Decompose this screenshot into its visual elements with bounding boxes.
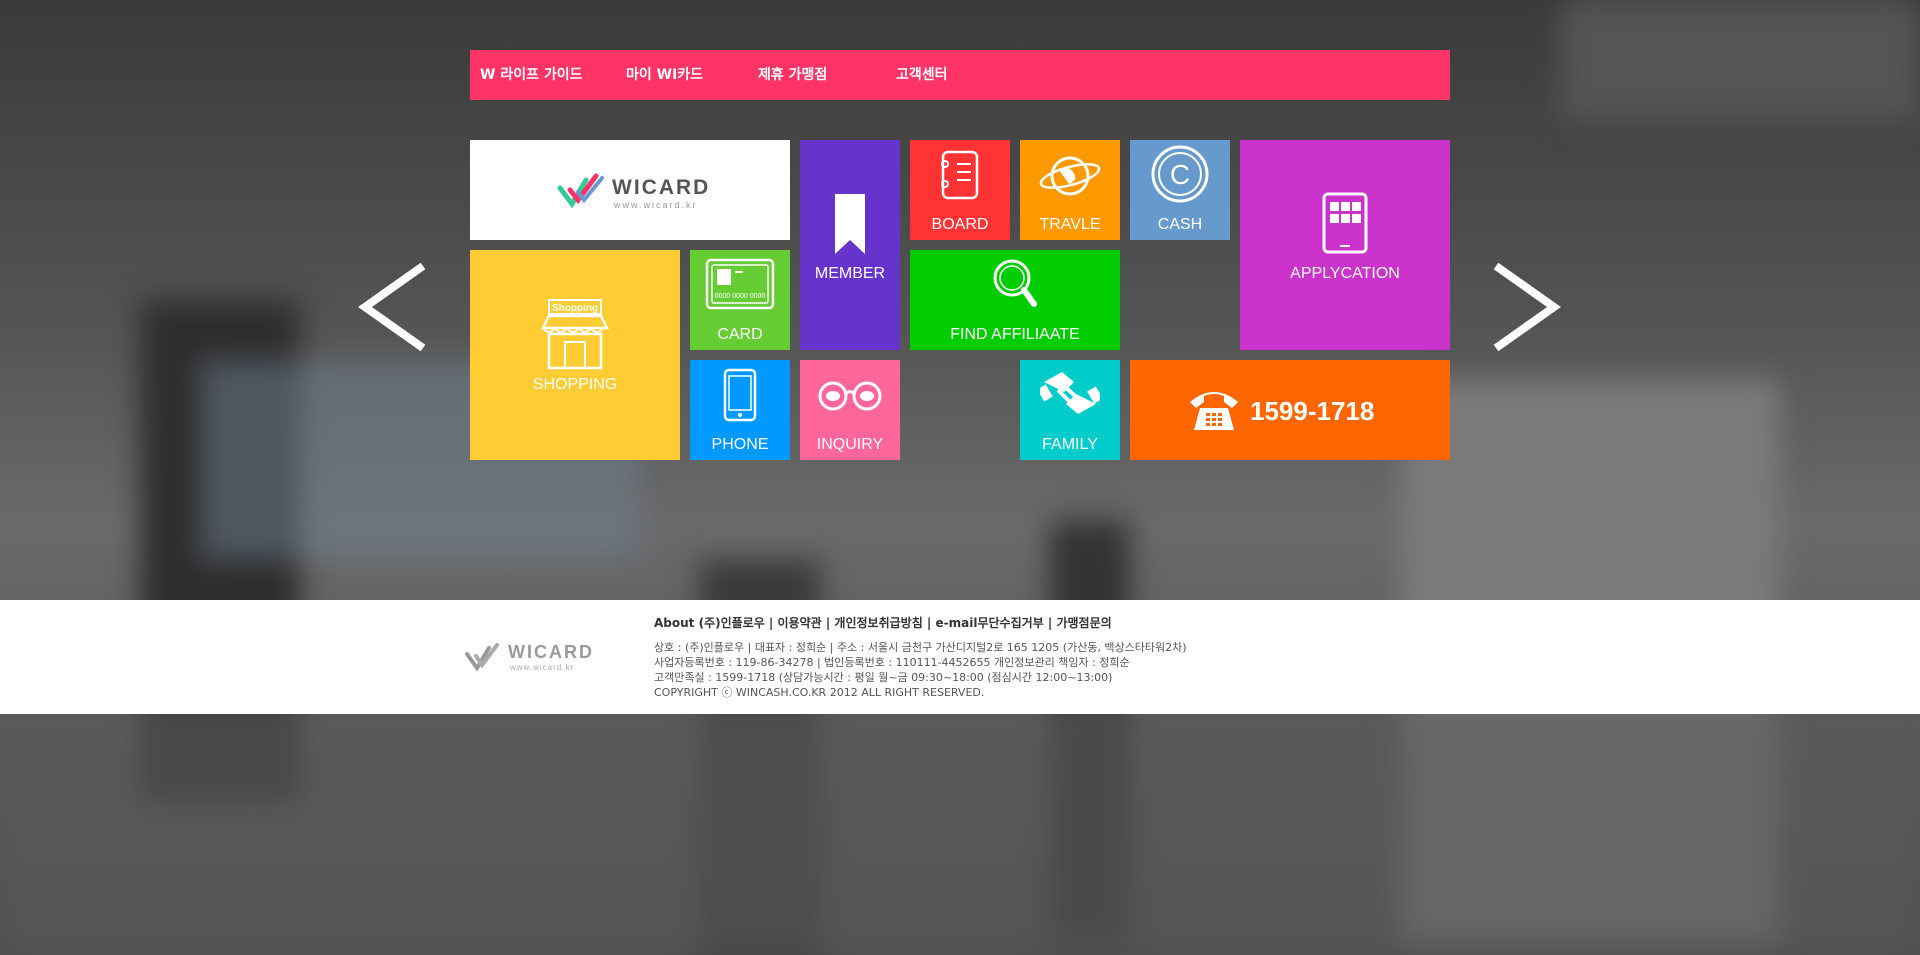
- credit-card-icon: 0000 0000 0000: [705, 258, 775, 310]
- footer-link-separator: |: [821, 616, 835, 630]
- wicard-logo-tile[interactable]: WICARD www.wicard.kr: [470, 140, 790, 240]
- cash-tile[interactable]: C CASH: [1130, 140, 1230, 240]
- globe-icon: [1039, 156, 1101, 196]
- applycation-tile[interactable]: APPLYCATION: [1240, 140, 1450, 350]
- wicard-logo-mark-icon: [465, 643, 499, 672]
- phone-label: PHONE: [711, 436, 769, 453]
- logo-wordmark: WICARD: [612, 176, 711, 199]
- bookmark-icon: [835, 194, 865, 254]
- phone-tile[interactable]: PHONE: [690, 360, 790, 460]
- tablet-icon: [1322, 192, 1368, 254]
- footer: WICARD www.wicard.kr About (주)인플로우 | 이용약…: [0, 600, 1920, 714]
- top-nav-bar: W 라이프 가이드 마이 WI카드 제휴 가맹점 고객센터: [470, 50, 1450, 100]
- chevron-right-icon: [1493, 262, 1561, 352]
- footer-link-separator: |: [1043, 616, 1057, 630]
- board-label: BOARD: [931, 216, 989, 233]
- coin-icon: C: [1151, 145, 1209, 203]
- inquiry-tile[interactable]: INQUIRY: [800, 360, 900, 460]
- footer-link-privacy[interactable]: 개인정보취급방침: [834, 616, 922, 630]
- next-arrow-button[interactable]: [1488, 262, 1564, 352]
- magnifier-icon: [993, 259, 1037, 307]
- family-label: FAMILY: [1042, 436, 1098, 453]
- travle-tile[interactable]: TRAVLE: [1020, 140, 1120, 240]
- find-affiliate-tile[interactable]: FIND AFFILIAATE: [910, 250, 1120, 350]
- shopping-label: SHOPPING: [532, 376, 618, 393]
- tel-number: 1599-1718: [1250, 396, 1375, 426]
- footer-company-info: 상호 : (주)인플로우 | 대표자 : 정희순 | 주소 : 서울시 금천구 …: [654, 640, 1187, 700]
- footer-logo[interactable]: WICARD www.wicard.kr: [464, 638, 614, 678]
- glasses-icon: [818, 381, 882, 411]
- footer-link-terms[interactable]: 이용약관: [778, 616, 822, 630]
- smartphone-icon: [723, 368, 757, 422]
- footer-link-email-refusal[interactable]: e-mail무단수집거부: [936, 616, 1044, 630]
- nav-item-my-wicard[interactable]: 마이 WI카드: [626, 50, 703, 100]
- footer-info-line: 사업자등록번호 : 119-86-34278 | 법인등록번호 : 110111…: [654, 656, 1130, 669]
- card-label: CARD: [717, 326, 763, 343]
- footer-info-line: 고객만족실 : 1599-1718 (상담가능시간 : 평일 월~금 09:30…: [654, 671, 1113, 684]
- inquiry-label: INQUIRY: [816, 436, 884, 453]
- footer-logo-wordmark: WICARD: [508, 642, 594, 662]
- card-tile[interactable]: 0000 0000 0000 CARD: [690, 250, 790, 350]
- applycation-label: APPLYCATION: [1290, 265, 1400, 282]
- nav-item-customer-center[interactable]: 고객센터: [896, 50, 948, 100]
- nav-item-affiliate-store[interactable]: 제휴 가맹점: [758, 50, 827, 100]
- nav-item-w-life-guide[interactable]: W 라이프 가이드: [480, 50, 582, 100]
- chevron-left-icon: [358, 262, 426, 352]
- logo-url: www.wicard.kr: [614, 200, 698, 210]
- member-label: MEMBER: [814, 265, 886, 282]
- shopping-tile[interactable]: Shopping SHOPPING: [470, 250, 680, 460]
- prev-arrow-button[interactable]: [355, 262, 431, 352]
- footer-link-separator: |: [922, 616, 936, 630]
- coin-letter: C: [1170, 159, 1190, 190]
- footer-links: About (주)인플로우 | 이용약관 | 개인정보취급방침 | e-mail…: [654, 614, 1112, 631]
- tel-tile[interactable]: 1599-1718: [1130, 360, 1450, 460]
- footer-copyright: COPYRIGHT ⓒ WINCASH.CO.KR 2012 ALL RIGHT…: [654, 686, 985, 699]
- notebook-icon: [941, 150, 979, 200]
- footer-link-store-inquiry[interactable]: 가맹점문의: [1056, 616, 1111, 630]
- member-tile[interactable]: MEMBER: [800, 140, 900, 350]
- footer-info-line: 상호 : (주)인플로우 | 대표자 : 정희순 | 주소 : 서울시 금천구 …: [654, 641, 1187, 654]
- handshake-icon: [1040, 372, 1100, 414]
- store-icon: Shopping: [540, 299, 610, 370]
- telephone-icon: [1190, 392, 1238, 430]
- board-tile[interactable]: BOARD: [910, 140, 1010, 240]
- travle-label: TRAVLE: [1039, 216, 1101, 233]
- footer-link-about[interactable]: About (주)인플로우: [654, 616, 765, 630]
- card-number-text: 0000 0000 0000: [715, 293, 766, 300]
- find-affiliate-label: FIND AFFILIAATE: [950, 326, 1080, 343]
- footer-link-separator: |: [764, 616, 778, 630]
- store-sign-text: Shopping: [552, 303, 598, 314]
- wicard-logo-mark-icon: [557, 173, 604, 209]
- family-tile[interactable]: FAMILY: [1020, 360, 1120, 460]
- cash-label: CASH: [1157, 216, 1203, 233]
- footer-logo-url: www.wicard.kr: [510, 663, 575, 672]
